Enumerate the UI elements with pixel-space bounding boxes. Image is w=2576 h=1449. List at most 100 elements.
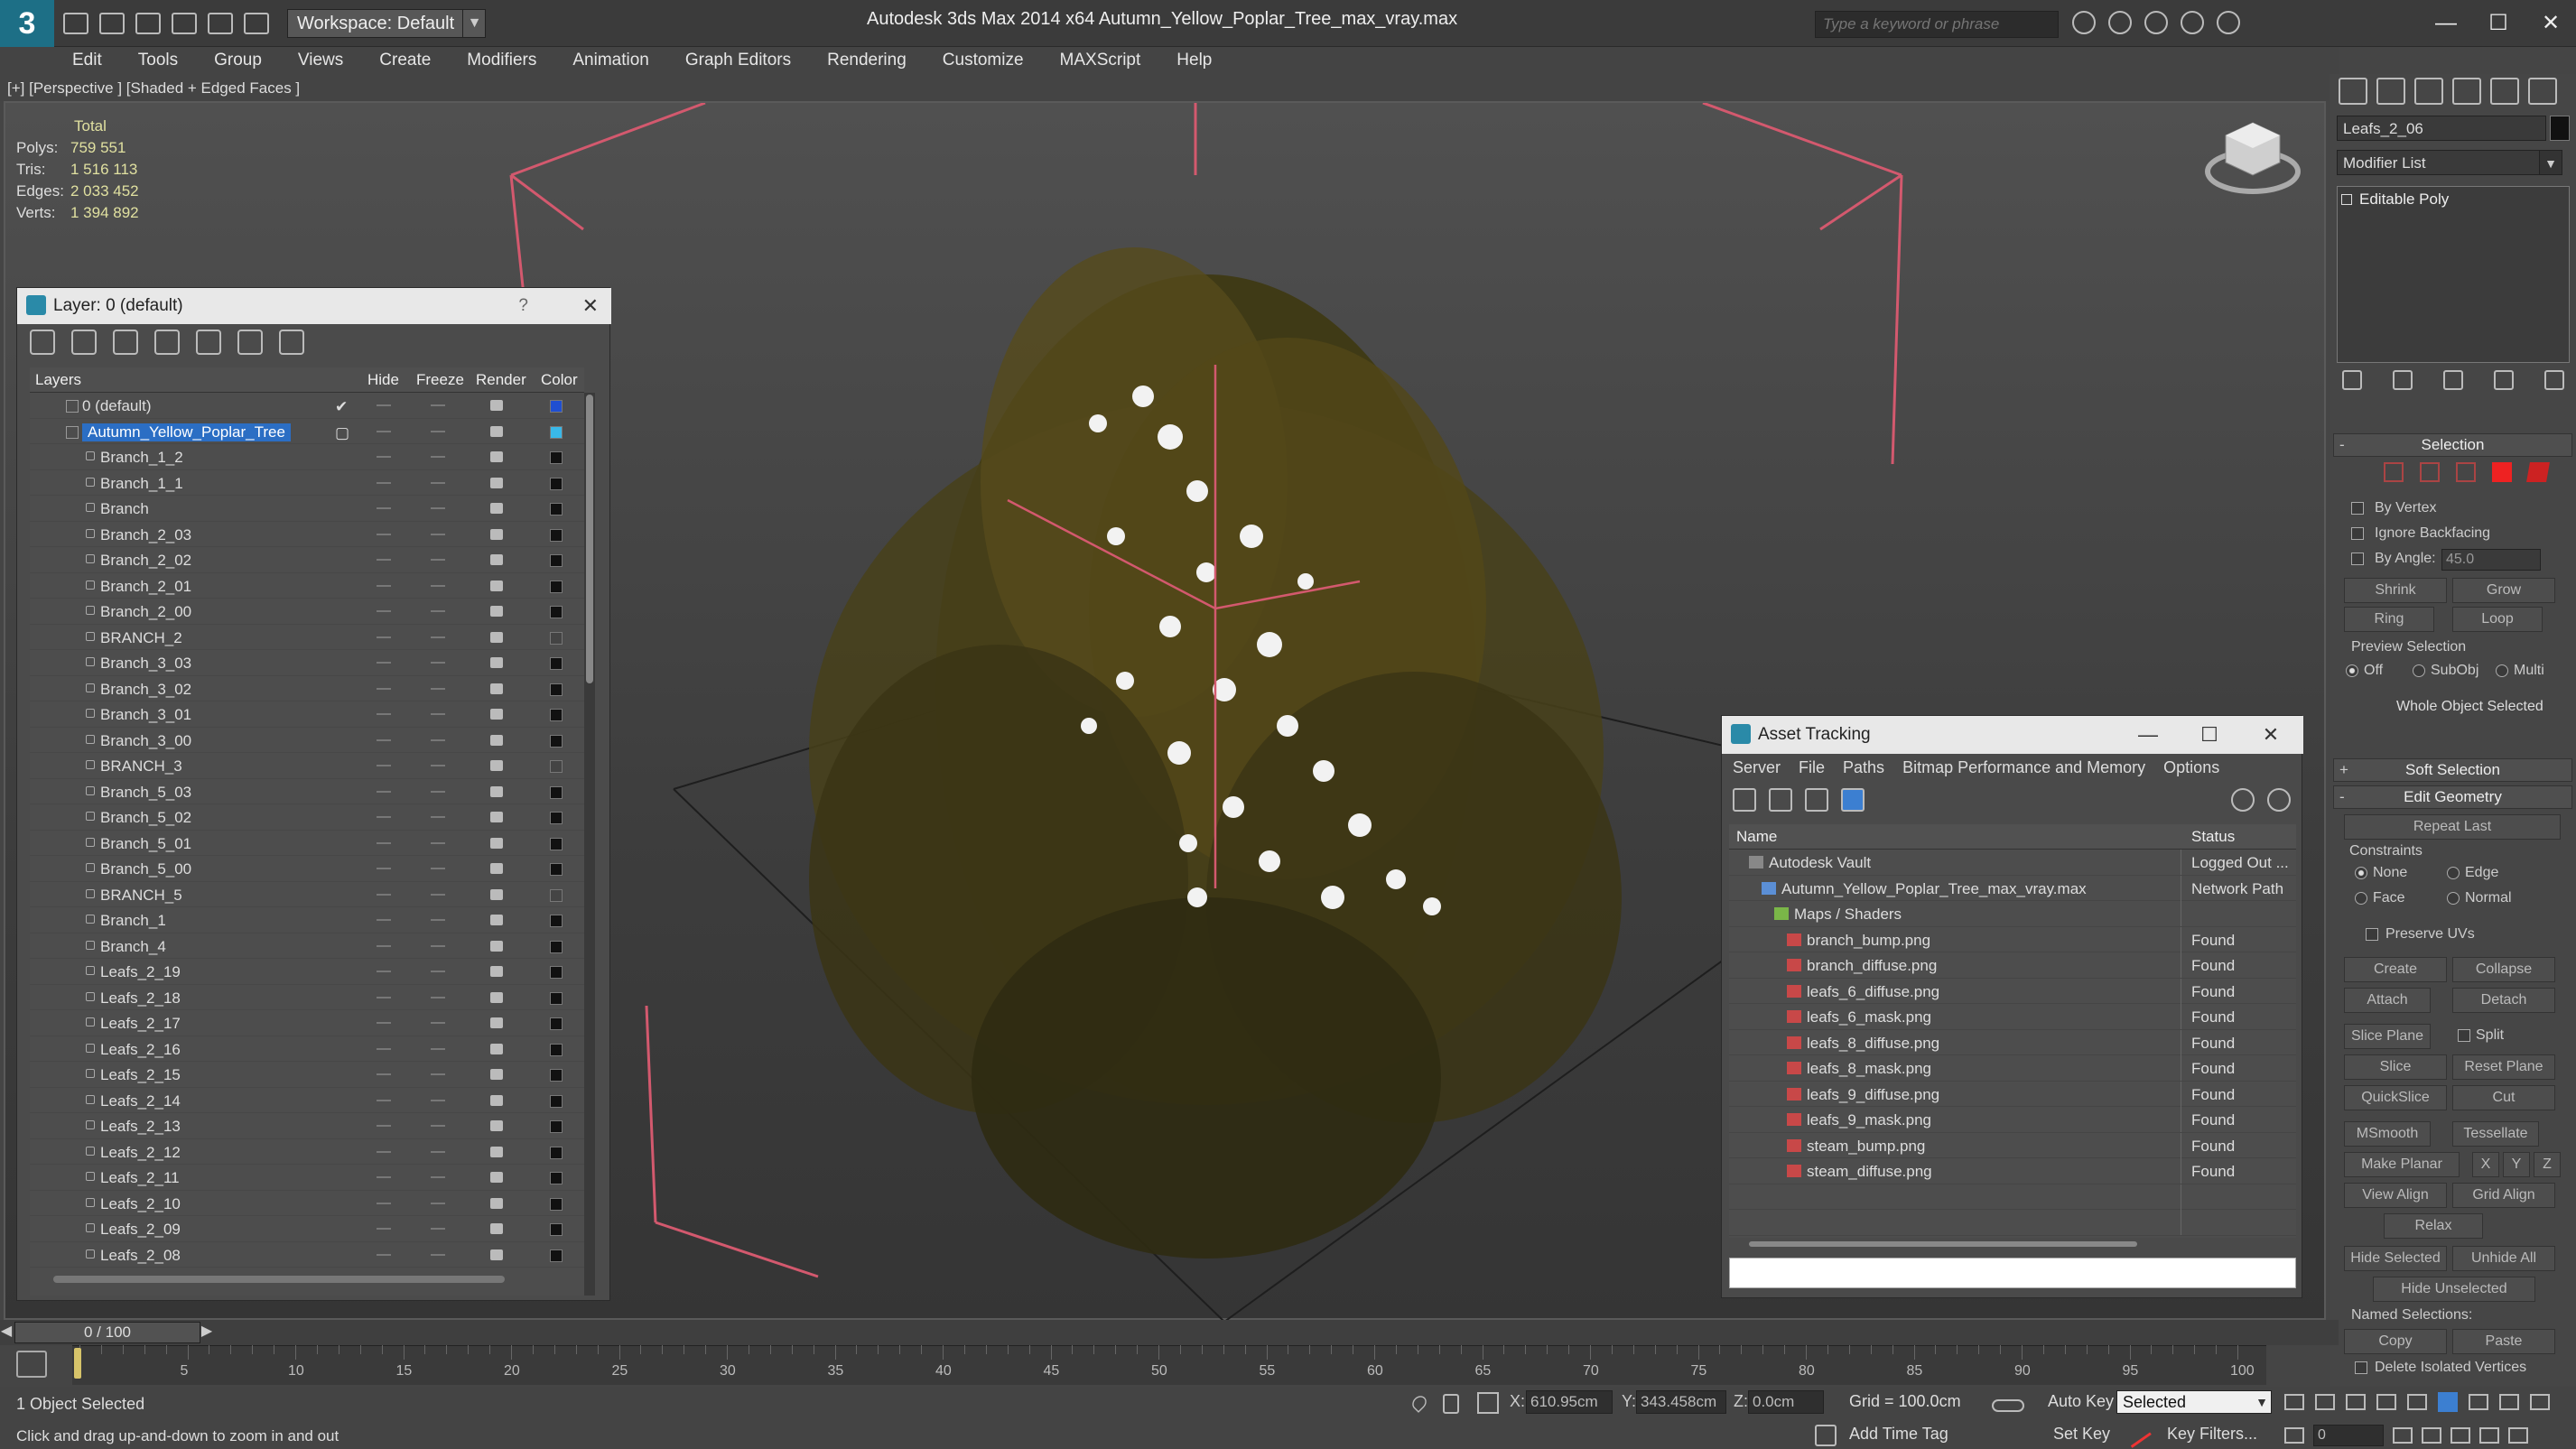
binoculars-icon[interactable]: [2072, 11, 2096, 34]
hide-toggle[interactable]: [377, 1022, 391, 1024]
hide-toggle[interactable]: [377, 533, 391, 535]
lock-icon[interactable]: [1443, 1394, 1459, 1414]
polygon-mode-icon[interactable]: [2492, 462, 2512, 482]
layer-object-row[interactable]: Leafs_2_08: [30, 1242, 584, 1268]
layer-color-swatch[interactable]: [550, 657, 563, 670]
layer-object-row[interactable]: Leafs_2_18: [30, 985, 584, 1010]
save-file-icon[interactable]: [135, 13, 161, 34]
hide-toggle[interactable]: [377, 893, 391, 896]
freeze-toggle[interactable]: [431, 919, 445, 921]
freeze-toggle[interactable]: [431, 944, 445, 947]
display-tab-icon[interactable]: [2490, 78, 2519, 105]
render-teapot-icon[interactable]: [490, 966, 503, 977]
set-current-icon[interactable]: ▢: [335, 424, 349, 442]
hide-toggle[interactable]: [377, 507, 391, 509]
add-to-layer-icon[interactable]: [113, 330, 138, 355]
help-icon[interactable]: [2217, 11, 2240, 34]
layer-name[interactable]: 0 (default): [82, 397, 152, 415]
layer-color-swatch[interactable]: [550, 451, 563, 464]
freeze-toggle[interactable]: [431, 996, 445, 999]
column-status[interactable]: Status: [2191, 828, 2235, 846]
zoom-all-icon[interactable]: [2469, 1394, 2488, 1410]
freeze-toggle[interactable]: [431, 430, 445, 432]
freeze-toggle[interactable]: [431, 893, 445, 896]
freeze-toggle[interactable]: [431, 1125, 445, 1127]
asset-row[interactable]: branch_bump.png Found: [1729, 926, 2296, 952]
open-file-icon[interactable]: [99, 13, 125, 34]
list-view-icon[interactable]: [1769, 788, 1792, 812]
render-teapot-icon[interactable]: [490, 503, 503, 514]
hide-toggle[interactable]: [377, 971, 391, 972]
render-teapot-icon[interactable]: [490, 760, 503, 771]
play-icon[interactable]: [2346, 1394, 2366, 1410]
layer-row[interactable]: 0 (default) ✔: [30, 393, 584, 419]
time-slider[interactable]: 0 / 100: [14, 1322, 200, 1343]
layer-name[interactable]: BRANCH_2: [100, 629, 182, 647]
layer-color-swatch[interactable]: [550, 606, 563, 618]
view-align-button[interactable]: View Align: [2344, 1183, 2447, 1208]
layer-object-row[interactable]: Leafs_2_12: [30, 1139, 584, 1165]
close-button[interactable]: ✕: [2240, 716, 2302, 754]
layer-color-swatch[interactable]: [550, 1017, 563, 1030]
stack-item-editable-poly[interactable]: Editable Poly: [2343, 190, 2449, 209]
freeze-toggle[interactable]: [431, 1176, 445, 1178]
modify-tab-icon[interactable]: [2376, 78, 2405, 105]
layer-object-row[interactable]: Branch_2_01: [30, 573, 584, 599]
hide-toggle[interactable]: [377, 1202, 391, 1204]
menu-views[interactable]: Views: [298, 51, 343, 70]
hide-all-icon[interactable]: [237, 330, 263, 355]
modifier-list-dropdown[interactable]: Modifier List: [2337, 150, 2553, 175]
render-teapot-icon[interactable]: [490, 400, 503, 411]
freeze-toggle[interactable]: [431, 584, 445, 587]
layer-color-swatch[interactable]: [550, 863, 563, 876]
table-view-icon[interactable]: [1841, 788, 1865, 812]
delete-isolated-checkbox[interactable]: [2355, 1361, 2367, 1374]
scrollbar-thumb[interactable]: [586, 395, 593, 683]
layer-color-swatch[interactable]: [550, 1146, 563, 1159]
object-name-field[interactable]: Leafs_2_06: [2337, 116, 2546, 141]
constraint-none-radio[interactable]: [2355, 867, 2367, 879]
key-mode-icon[interactable]: [2284, 1427, 2304, 1444]
layer-name[interactable]: Leafs_2_10: [100, 1195, 181, 1213]
hide-toggle[interactable]: [377, 1150, 391, 1153]
menu-file[interactable]: File: [1799, 758, 1825, 777]
tessellate-button[interactable]: Tessellate: [2452, 1121, 2539, 1147]
remove-modifier-icon[interactable]: [2494, 370, 2514, 390]
hide-toggle[interactable]: [377, 584, 391, 587]
menu-modifiers[interactable]: Modifiers: [467, 51, 536, 70]
subscription-icon[interactable]: [2108, 11, 2132, 34]
detach-button[interactable]: Detach: [2452, 988, 2555, 1013]
refresh-icon[interactable]: [1733, 788, 1756, 812]
render-teapot-icon[interactable]: [490, 785, 503, 797]
by-angle-checkbox[interactable]: [2351, 553, 2364, 565]
column-layers[interactable]: Layers: [35, 371, 81, 389]
menu-help[interactable]: Help: [1176, 51, 1212, 70]
mini-curve-editor-icon[interactable]: [16, 1351, 47, 1378]
layer-name[interactable]: Branch_3_00: [100, 732, 191, 750]
close-button[interactable]: ✕: [582, 288, 599, 324]
horizontal-scrollbar[interactable]: [1749, 1241, 2137, 1247]
layer-color-swatch[interactable]: [550, 1094, 563, 1108]
detail-view-icon[interactable]: [1805, 788, 1828, 812]
layer-name[interactable]: BRANCH_3: [100, 757, 182, 776]
render-teapot-icon[interactable]: [490, 1017, 503, 1028]
delete-layer-icon[interactable]: [71, 330, 97, 355]
layer-color-swatch[interactable]: [550, 1223, 563, 1236]
layer-object-row[interactable]: BRANCH_3: [30, 753, 584, 779]
asset-row[interactable]: Autumn_Yellow_Poplar_Tree_max_vray.max Ne…: [1729, 875, 2296, 901]
freeze-toggle[interactable]: [431, 841, 445, 844]
new-file-icon[interactable]: [63, 13, 88, 34]
layer-color-swatch[interactable]: [550, 1120, 563, 1133]
slice-plane-button[interactable]: Slice Plane: [2344, 1024, 2431, 1049]
constraint-edge-radio[interactable]: [2447, 867, 2460, 879]
asset-row[interactable]: leafs_8_mask.png Found: [1729, 1055, 2296, 1082]
layer-object-row[interactable]: Branch_5_01: [30, 831, 584, 856]
grow-button[interactable]: Grow: [2452, 578, 2555, 603]
freeze-toggle[interactable]: [431, 738, 445, 741]
field-of-view-icon[interactable]: [2508, 1427, 2528, 1444]
layer-color-swatch[interactable]: [550, 785, 563, 799]
layer-name[interactable]: Branch_4: [100, 938, 166, 956]
layer-color-swatch[interactable]: [550, 760, 563, 773]
object-color-swatch[interactable]: [2550, 116, 2570, 141]
layer-color-swatch[interactable]: [550, 966, 563, 979]
